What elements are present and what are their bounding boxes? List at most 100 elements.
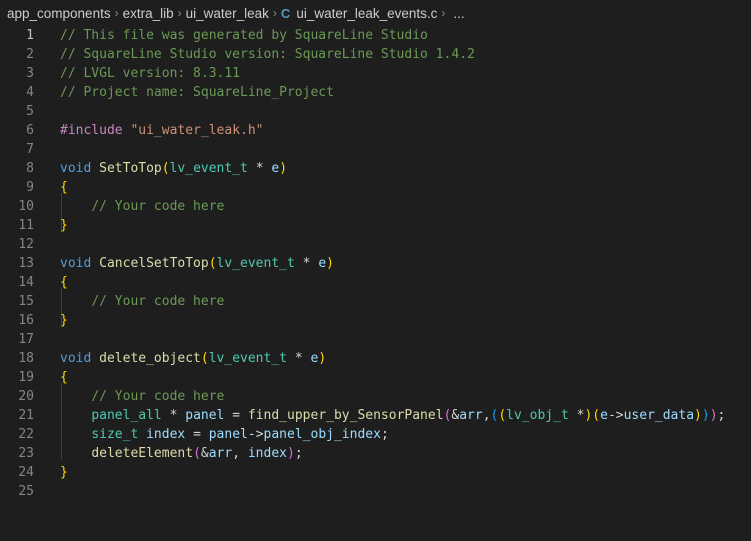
code-token: (: [161, 161, 170, 176]
breadcrumb-item-app-components[interactable]: app_components: [7, 6, 111, 21]
code-token: ): [326, 256, 334, 271]
code-token: ;: [380, 427, 389, 442]
code-token: =: [185, 427, 209, 442]
code-token: lv_event_t: [216, 256, 295, 271]
line-number: 18: [18, 351, 34, 366]
line-number: 6: [26, 123, 34, 138]
line-content: void CancelSetToTop(lv_event_t * e): [60, 254, 334, 273]
code-token: lv_obj_t: [506, 408, 569, 423]
code-token: "ui_water_leak.h": [130, 123, 264, 138]
code-token: void: [60, 161, 100, 176]
code-token: panel: [185, 408, 225, 423]
breadcrumb-item-current-file[interactable]: ui_water_leak_events.c: [296, 6, 437, 21]
code-token: ->: [607, 408, 624, 423]
code-token: (: [200, 351, 209, 366]
code-token: (: [208, 256, 217, 271]
code-line[interactable]: 16}: [0, 311, 751, 330]
code-token: &: [200, 446, 209, 461]
breadcrumb-item-ui-water-leak[interactable]: ui_water_leak: [186, 6, 269, 21]
code-line[interactable]: 25: [0, 482, 751, 501]
line-number: 10: [18, 199, 34, 214]
line-number: 19: [18, 370, 34, 385]
code-token: index: [146, 427, 186, 442]
line-number: 13: [18, 256, 34, 271]
code-line[interactable]: 18 void delete_object(lv_event_t * e): [0, 349, 751, 368]
code-token: find_upper_by_SensorPanel: [247, 408, 444, 423]
line-number: 17: [18, 332, 34, 347]
line-number: 14: [18, 275, 34, 290]
line-number: 2: [26, 47, 34, 62]
code-line[interactable]: 5: [0, 102, 751, 121]
code-token: // Your code here: [91, 294, 225, 309]
code-line[interactable]: 12: [0, 235, 751, 254]
code-line[interactable]: 19 {: [0, 368, 751, 387]
chevron-right-icon: ›: [177, 6, 182, 20]
code-line[interactable]: 1 // This file was generated by SquareLin…: [0, 26, 751, 45]
code-line[interactable]: 8 void SetToTop(lv_event_t * e): [0, 159, 751, 178]
code-line[interactable]: 2 // SquareLine Studio version: SquareLin…: [0, 45, 751, 64]
code-token: // This file was generated by SquareLine…: [60, 28, 428, 43]
line-number: 1: [26, 28, 34, 43]
code-line[interactable]: 21 panel_all * panel = find_upper_by_Sen…: [0, 406, 751, 425]
line-content: {: [60, 368, 68, 387]
line-number: 11: [18, 218, 34, 233]
code-editor[interactable]: 1 // This file was generated by SquareLin…: [0, 26, 751, 541]
code-token: panel_obj_index: [263, 427, 381, 442]
code-token: {: [60, 275, 68, 290]
line-content: // SquareLine Studio version: SquareLine…: [60, 45, 475, 64]
code-line[interactable]: 20 // Your code here: [0, 387, 751, 406]
code-token: {: [60, 180, 68, 195]
chevron-right-icon: ›: [272, 6, 277, 20]
code-token: *: [294, 256, 319, 271]
code-line[interactable]: 22 size_t index = panel->panel_obj_index…: [0, 425, 751, 444]
code-token: }: [60, 313, 68, 328]
code-line[interactable]: 24}: [0, 463, 751, 482]
code-token: ,: [482, 408, 491, 423]
code-token: size_t: [91, 427, 139, 442]
code-line[interactable]: 14 {: [0, 273, 751, 292]
code-token: // Project name: SquareLine_Project: [60, 85, 334, 100]
code-line[interactable]: 3 // LVGL version: 8.3.11: [0, 64, 751, 83]
code-token: *: [161, 408, 186, 423]
code-token: arr: [208, 446, 233, 461]
code-token: ): [694, 408, 702, 423]
breadcrumb-item-extra-lib[interactable]: extra_lib: [123, 6, 174, 21]
code-token: // SquareLine Studio version: SquareLine…: [60, 47, 475, 62]
code-line[interactable]: 10 // Your code here: [0, 197, 751, 216]
code-token: delete_object: [99, 351, 201, 366]
line-number: 4: [26, 85, 34, 100]
line-content: // This file was generated by SquareLine…: [60, 26, 428, 45]
code-token: }: [60, 218, 68, 233]
line-content: #include "ui_water_leak.h": [60, 121, 264, 140]
code-line[interactable]: 7: [0, 140, 751, 159]
line-content: }: [60, 463, 68, 482]
code-token: ): [287, 446, 295, 461]
line-number: 15: [18, 294, 34, 309]
code-token: e: [318, 256, 327, 271]
code-token: arr: [459, 408, 483, 423]
chevron-right-icon: ›: [114, 6, 119, 20]
line-number: 3: [26, 66, 34, 81]
code-token: SetToTop: [99, 161, 162, 176]
code-token: =: [224, 408, 248, 423]
code-line[interactable]: 13 void CancelSetToTop(lv_event_t * e): [0, 254, 751, 273]
code-line[interactable]: 9{: [0, 178, 751, 197]
line-number: 8: [26, 161, 34, 176]
line-content: {: [60, 273, 68, 292]
code-token: // Your code here: [91, 389, 225, 404]
code-token: ): [701, 408, 710, 423]
breadcrumb-symbols-ellipsis[interactable]: ...: [453, 6, 464, 21]
code-line[interactable]: 15 // Your code here: [0, 292, 751, 311]
code-token: *: [287, 351, 311, 366]
line-content: {: [60, 178, 68, 197]
code-line[interactable]: 11}: [0, 216, 751, 235]
code-line[interactable]: 23 deleteElement(&arr, index);: [0, 444, 751, 463]
line-number: 25: [18, 484, 34, 499]
code-token: ;: [717, 408, 726, 423]
code-line[interactable]: 4 // Project name: SquareLine_Project: [0, 83, 751, 102]
code-line[interactable]: 17: [0, 330, 751, 349]
code-line[interactable]: 6 #include "ui_water_leak.h": [0, 121, 751, 140]
